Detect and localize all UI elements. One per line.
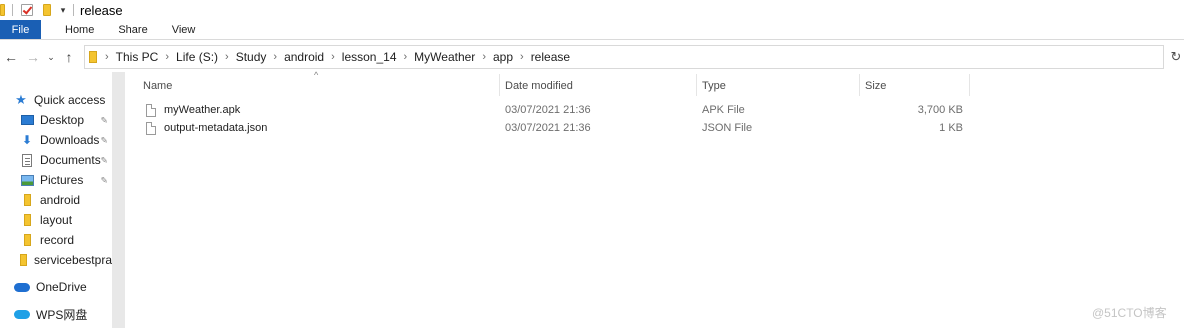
customize-toolbar-icon[interactable]: ▾ bbox=[55, 2, 71, 18]
file-name: output-metadata.json bbox=[164, 122, 268, 134]
up-button[interactable]: ↑ bbox=[58, 46, 80, 68]
sidebar-item-wps-cloud[interactable]: WPS网盘 bbox=[14, 304, 112, 324]
column-divider[interactable] bbox=[696, 74, 697, 96]
column-divider[interactable] bbox=[969, 74, 970, 96]
sidebar-item-label: record bbox=[40, 233, 75, 247]
back-button[interactable]: ← bbox=[0, 46, 22, 68]
tab-file[interactable]: File bbox=[0, 20, 41, 39]
file-name-cell: output-metadata.json bbox=[146, 119, 267, 137]
navigation-bar: ← → ⌄ ↑ › This PC › Life (S:) › Study › andr… bbox=[0, 42, 1184, 72]
sidebar-item-label: WPS网盘 bbox=[36, 307, 88, 322]
file-row[interactable]: myWeather.apk 03/07/2021 21:36 APK File … bbox=[140, 101, 970, 119]
file-type: APK File bbox=[702, 104, 745, 116]
downloads-icon: ⬇ bbox=[21, 133, 33, 147]
column-divider[interactable] bbox=[499, 74, 500, 96]
file-name-cell: myWeather.apk bbox=[146, 101, 240, 119]
window-title: release bbox=[80, 2, 123, 18]
sidebar-item-quick-access[interactable]: ★ Quick access bbox=[14, 90, 112, 110]
sidebar-item-pictures[interactable]: Pictures ✏ bbox=[20, 170, 112, 190]
sidebar-scrollbar[interactable] bbox=[112, 72, 125, 328]
divider bbox=[73, 4, 74, 16]
folder-icon bbox=[0, 2, 8, 18]
sidebar-item-downloads[interactable]: ⬇ Downloads ✏ bbox=[20, 130, 112, 150]
sidebar-item-label: Downloads bbox=[40, 133, 100, 147]
chevron-right-icon[interactable]: › bbox=[273, 51, 277, 63]
sidebar-item-documents[interactable]: Documents ✏ bbox=[20, 150, 112, 170]
recent-locations-button[interactable]: ⌄ bbox=[44, 46, 58, 68]
tab-share[interactable]: Share bbox=[106, 20, 159, 39]
folder-icon bbox=[20, 193, 34, 207]
navigation-pane: ★ Quick access Desktop ✏ ⬇ Downloads ✏ D… bbox=[0, 84, 112, 328]
watermark: @51CTO博客 bbox=[1092, 306, 1167, 320]
chevron-right-icon[interactable]: › bbox=[482, 51, 486, 63]
sidebar-item-label: Documents bbox=[40, 153, 101, 167]
sidebar-item-label: android bbox=[40, 193, 81, 207]
sidebar-item-label: Pictures bbox=[40, 173, 84, 187]
sidebar-item-label: layout bbox=[40, 213, 73, 227]
file-size: 1 KB bbox=[939, 122, 963, 134]
column-divider[interactable] bbox=[859, 74, 860, 96]
column-header-type[interactable]: Type bbox=[702, 76, 726, 96]
divider bbox=[12, 4, 13, 16]
folder-icon bbox=[20, 233, 34, 247]
breadcrumb-item[interactable]: › Life (S:) bbox=[158, 50, 218, 64]
chevron-right-icon[interactable]: › bbox=[225, 51, 229, 63]
pictures-icon bbox=[20, 173, 34, 187]
wps-cloud-icon bbox=[14, 307, 30, 321]
pin-icon: ✏ bbox=[98, 133, 111, 146]
breadcrumb-item[interactable]: › android bbox=[266, 50, 324, 64]
chevron-right-icon[interactable]: › bbox=[331, 51, 335, 63]
breadcrumb-item[interactable]: › release bbox=[513, 50, 570, 64]
chevron-right-icon[interactable]: › bbox=[105, 51, 109, 63]
file-icon bbox=[146, 103, 156, 117]
star-icon: ★ bbox=[15, 92, 27, 107]
refresh-icon[interactable]: ↻ bbox=[1168, 47, 1184, 67]
file-date: 03/07/2021 21:36 bbox=[505, 122, 591, 134]
chevron-right-icon[interactable]: › bbox=[404, 51, 408, 63]
breadcrumb-item[interactable]: › Study bbox=[218, 50, 266, 64]
column-header-size[interactable]: Size bbox=[865, 76, 886, 96]
breadcrumb-item[interactable]: › MyWeather bbox=[397, 50, 476, 64]
properties-icon[interactable] bbox=[19, 2, 35, 18]
file-name: myWeather.apk bbox=[164, 104, 241, 116]
new-folder-icon[interactable] bbox=[39, 2, 55, 18]
sidebar-item-android[interactable]: android bbox=[20, 190, 112, 210]
sidebar-item-label: OneDrive bbox=[36, 280, 87, 294]
file-type: JSON File bbox=[702, 122, 753, 134]
sidebar-item-layout[interactable]: layout bbox=[20, 210, 112, 230]
sidebar-item-record[interactable]: record bbox=[20, 230, 112, 250]
breadcrumb-item[interactable]: › lesson_14 bbox=[324, 50, 396, 64]
chevron-right-icon[interactable]: › bbox=[165, 51, 169, 63]
documents-icon bbox=[20, 153, 34, 167]
file-date: 03/07/2021 21:36 bbox=[505, 104, 591, 116]
sidebar-item-label: servicebestpra bbox=[33, 253, 112, 267]
forward-button[interactable]: → bbox=[22, 46, 44, 68]
breadcrumb-item[interactable]: › app bbox=[475, 50, 513, 64]
folder-icon bbox=[20, 253, 28, 267]
ribbon-tabs: File Home Share View bbox=[0, 20, 1184, 40]
column-header-date-modified[interactable]: Date modified bbox=[505, 76, 573, 96]
file-row[interactable]: output-metadata.json 03/07/2021 21:36 JS… bbox=[140, 119, 970, 137]
sidebar-item-label: Desktop bbox=[40, 113, 85, 127]
folder-icon bbox=[89, 51, 97, 63]
column-header-name[interactable]: Name bbox=[143, 76, 172, 96]
onedrive-icon bbox=[14, 280, 30, 294]
sort-ascending-icon: ^ bbox=[314, 70, 319, 80]
pin-icon: ✏ bbox=[98, 173, 111, 186]
sidebar-item-onedrive[interactable]: OneDrive bbox=[14, 277, 112, 297]
file-icon bbox=[146, 121, 156, 135]
file-size: 3,700 KB bbox=[917, 104, 963, 116]
tab-view[interactable]: View bbox=[160, 20, 208, 39]
title-bar: ▾ release bbox=[0, 0, 1184, 20]
tab-home[interactable]: Home bbox=[53, 20, 106, 39]
pin-icon: ✏ bbox=[98, 113, 111, 126]
folder-icon bbox=[20, 213, 34, 227]
sidebar-item-desktop[interactable]: Desktop ✏ bbox=[20, 110, 112, 130]
sidebar-item-servicebestpra[interactable]: servicebestpra bbox=[20, 250, 112, 270]
breadcrumb-item[interactable]: › This PC bbox=[105, 50, 158, 64]
sidebar-item-label: Quick access bbox=[34, 93, 106, 107]
address-bar[interactable]: › This PC › Life (S:) › Study › android › les… bbox=[84, 45, 1164, 69]
chevron-right-icon[interactable]: › bbox=[520, 51, 524, 63]
desktop-icon bbox=[20, 113, 34, 127]
